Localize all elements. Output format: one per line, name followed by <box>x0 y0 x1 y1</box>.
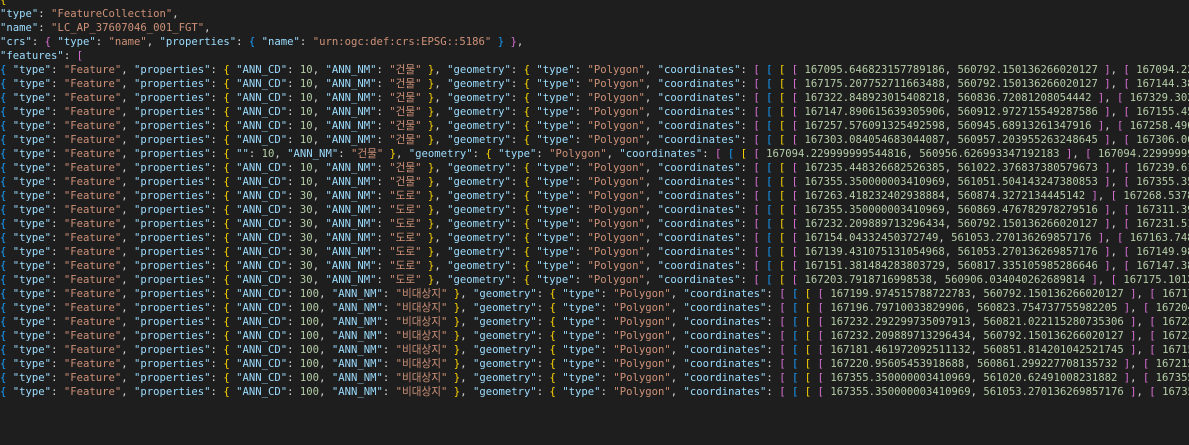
feature-line: { "type": "Feature", "properties": { "AN… <box>0 120 1189 132</box>
feature-line: { "type": "Feature", "properties": { "AN… <box>0 330 1189 342</box>
code-line-features-key: "features": [ <box>0 50 83 62</box>
feature-line: { "type": "Feature", "properties": { "AN… <box>0 92 1189 104</box>
code-editor[interactable]: { "type": "FeatureCollection", "name": "… <box>0 0 1189 445</box>
feature-line: { "type": "Feature", "properties": { "AN… <box>0 64 1189 76</box>
feature-line: { "type": "Feature", "properties": { "AN… <box>0 274 1189 286</box>
feature-line: { "type": "Feature", "properties": { "AN… <box>0 344 1189 356</box>
code-line-open-brace: { <box>0 0 7 6</box>
feature-line: { "type": "Feature", "properties": { "AN… <box>0 218 1189 230</box>
feature-line: { "type": "Feature", "properties": { "AN… <box>0 386 1189 398</box>
feature-line: { "type": "Feature", "properties": { "AN… <box>0 162 1189 174</box>
code-line-type: "type": "FeatureCollection", <box>0 8 179 20</box>
code-line-name: "name": "LC_AP_37607046_001_FGT", <box>0 22 211 34</box>
feature-line: { "type": "Feature", "properties": { "AN… <box>0 316 1189 328</box>
feature-line: { "type": "Feature", "properties": { "AN… <box>0 134 1189 146</box>
feature-line: { "type": "Feature", "properties": { "AN… <box>0 106 1189 118</box>
feature-line: { "type": "Feature", "properties": { "AN… <box>0 372 1189 384</box>
feature-line: { "type": "Feature", "properties": { "AN… <box>0 204 1189 216</box>
feature-line: { "type": "Feature", "properties": { "AN… <box>0 288 1189 300</box>
feature-line: { "type": "Feature", "properties": { "AN… <box>0 358 1189 370</box>
feature-line: { "type": "Feature", "properties": { "":… <box>0 148 1189 160</box>
feature-line: { "type": "Feature", "properties": { "AN… <box>0 246 1189 258</box>
feature-line: { "type": "Feature", "properties": { "AN… <box>0 78 1189 90</box>
feature-line: { "type": "Feature", "properties": { "AN… <box>0 176 1189 188</box>
feature-line: { "type": "Feature", "properties": { "AN… <box>0 190 1189 202</box>
feature-line: { "type": "Feature", "properties": { "AN… <box>0 260 1189 272</box>
code-line-crs: "crs": { "type": "name", "properties": {… <box>0 36 524 48</box>
feature-line: { "type": "Feature", "properties": { "AN… <box>0 302 1189 314</box>
feature-line: { "type": "Feature", "properties": { "AN… <box>0 232 1189 244</box>
